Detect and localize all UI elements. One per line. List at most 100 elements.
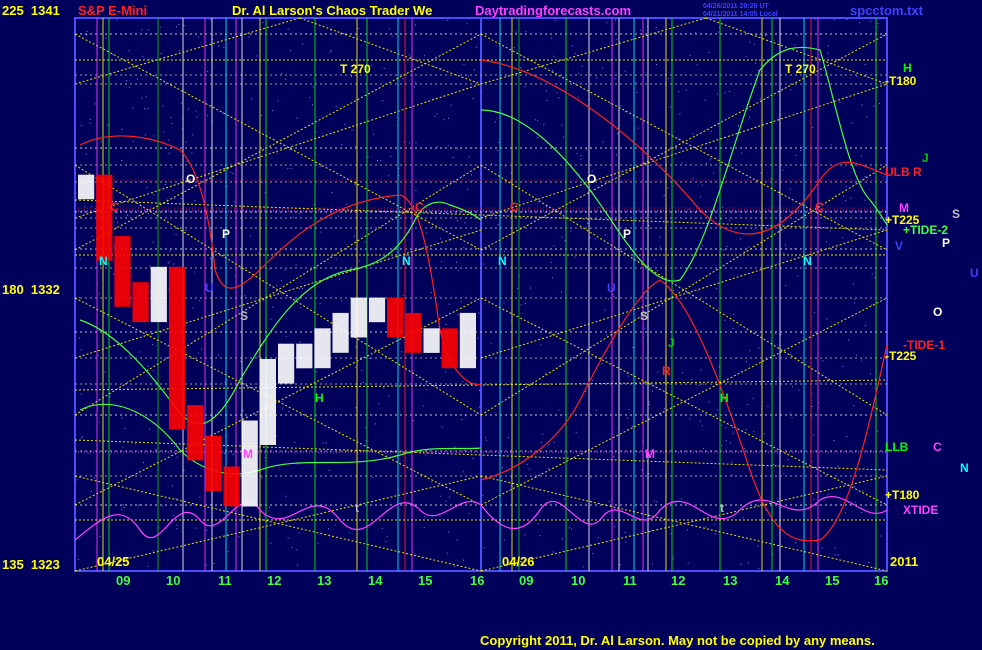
star-dot bbox=[434, 321, 436, 323]
star-dot bbox=[188, 108, 190, 110]
y-axis-bottom-label: 135 1323 bbox=[2, 557, 60, 572]
star-dot bbox=[861, 512, 863, 514]
star-dot bbox=[871, 304, 873, 306]
star-dot bbox=[174, 198, 176, 200]
star-dot bbox=[644, 327, 646, 329]
star-dot bbox=[183, 25, 185, 26]
star-dot bbox=[309, 97, 311, 99]
star-dot bbox=[597, 537, 599, 539]
star-dot bbox=[168, 261, 170, 263]
star-dot bbox=[670, 106, 671, 108]
price-bar bbox=[96, 174, 113, 261]
star-dot bbox=[485, 437, 487, 439]
star-dot bbox=[121, 129, 123, 130]
star-dot bbox=[456, 261, 457, 263]
star-dot bbox=[238, 536, 240, 538]
star-dot bbox=[732, 432, 734, 434]
star-dot bbox=[343, 33, 345, 35]
star-dot bbox=[743, 448, 745, 450]
star-dot bbox=[355, 146, 357, 148]
plot-marker: M bbox=[243, 447, 253, 461]
star-dot bbox=[561, 291, 562, 293]
star-dot bbox=[249, 235, 251, 237]
star-dot bbox=[169, 250, 171, 252]
star-dot bbox=[570, 230, 572, 232]
star-dot bbox=[463, 247, 465, 249]
star-dot bbox=[513, 47, 515, 49]
star-dot bbox=[409, 142, 411, 144]
hour-tick-label: 13 bbox=[723, 573, 737, 588]
star-dot bbox=[495, 121, 497, 123]
star-dot bbox=[813, 434, 815, 436]
star-dot bbox=[359, 260, 361, 262]
right-label: +T180 bbox=[885, 488, 920, 502]
star-dot bbox=[854, 302, 856, 304]
star-dot bbox=[869, 221, 871, 223]
star-dot bbox=[689, 54, 691, 56]
star-dot bbox=[191, 152, 193, 154]
star-dot bbox=[302, 43, 304, 45]
star-dot bbox=[721, 424, 723, 426]
star-dot bbox=[132, 107, 134, 109]
star-dot bbox=[100, 141, 102, 143]
star-dot bbox=[147, 565, 149, 567]
star-dot bbox=[162, 505, 164, 507]
star-dot bbox=[290, 167, 292, 169]
star-dot bbox=[783, 473, 785, 475]
star-dot bbox=[355, 346, 357, 348]
star-dot bbox=[558, 409, 560, 411]
star-dot bbox=[172, 189, 174, 191]
star-dot bbox=[876, 430, 878, 432]
star-dot bbox=[294, 442, 296, 443]
star-dot bbox=[135, 443, 137, 445]
star-dot bbox=[846, 436, 848, 438]
star-dot bbox=[468, 75, 470, 77]
star-dot bbox=[375, 423, 376, 425]
star-dot bbox=[608, 501, 610, 503]
star-dot bbox=[598, 207, 600, 209]
star-dot bbox=[490, 343, 492, 345]
star-dot bbox=[224, 381, 226, 383]
star-dot bbox=[619, 564, 621, 566]
price-bar bbox=[405, 312, 422, 353]
right-label: P bbox=[942, 236, 950, 250]
star-dot bbox=[725, 440, 727, 442]
star-dot bbox=[728, 90, 730, 92]
star-dot bbox=[147, 213, 149, 214]
star-dot bbox=[472, 458, 474, 459]
star-dot bbox=[297, 564, 299, 566]
star-dot bbox=[471, 180, 473, 182]
star-dot bbox=[287, 28, 289, 30]
star-dot bbox=[726, 245, 728, 247]
star-dot bbox=[218, 354, 220, 356]
star-dot bbox=[258, 253, 260, 255]
star-dot bbox=[716, 409, 718, 411]
star-dot bbox=[452, 157, 454, 158]
star-dot bbox=[672, 558, 674, 560]
star-dot bbox=[576, 152, 578, 154]
star-dot bbox=[655, 27, 657, 29]
star-dot bbox=[691, 379, 693, 380]
star-dot bbox=[415, 190, 417, 191]
star-dot bbox=[789, 412, 791, 414]
star-dot bbox=[121, 509, 123, 511]
star-dot bbox=[520, 304, 522, 306]
star-dot bbox=[613, 455, 615, 457]
price-bar bbox=[150, 266, 167, 323]
star-dot bbox=[287, 537, 289, 539]
star-dot bbox=[445, 324, 447, 325]
plot-marker: J bbox=[668, 336, 675, 350]
star-dot bbox=[571, 528, 572, 530]
star-dot bbox=[813, 311, 815, 313]
star-dot bbox=[457, 220, 458, 221]
price-bar bbox=[314, 328, 331, 369]
star-dot bbox=[685, 89, 687, 91]
star-dot bbox=[692, 177, 694, 179]
star-dot bbox=[194, 339, 196, 341]
star-dot bbox=[320, 166, 322, 167]
star-dot bbox=[391, 35, 393, 37]
right-label: J bbox=[922, 151, 929, 165]
star-dot bbox=[171, 123, 173, 125]
star-dot bbox=[596, 77, 598, 79]
star-dot bbox=[782, 169, 784, 171]
